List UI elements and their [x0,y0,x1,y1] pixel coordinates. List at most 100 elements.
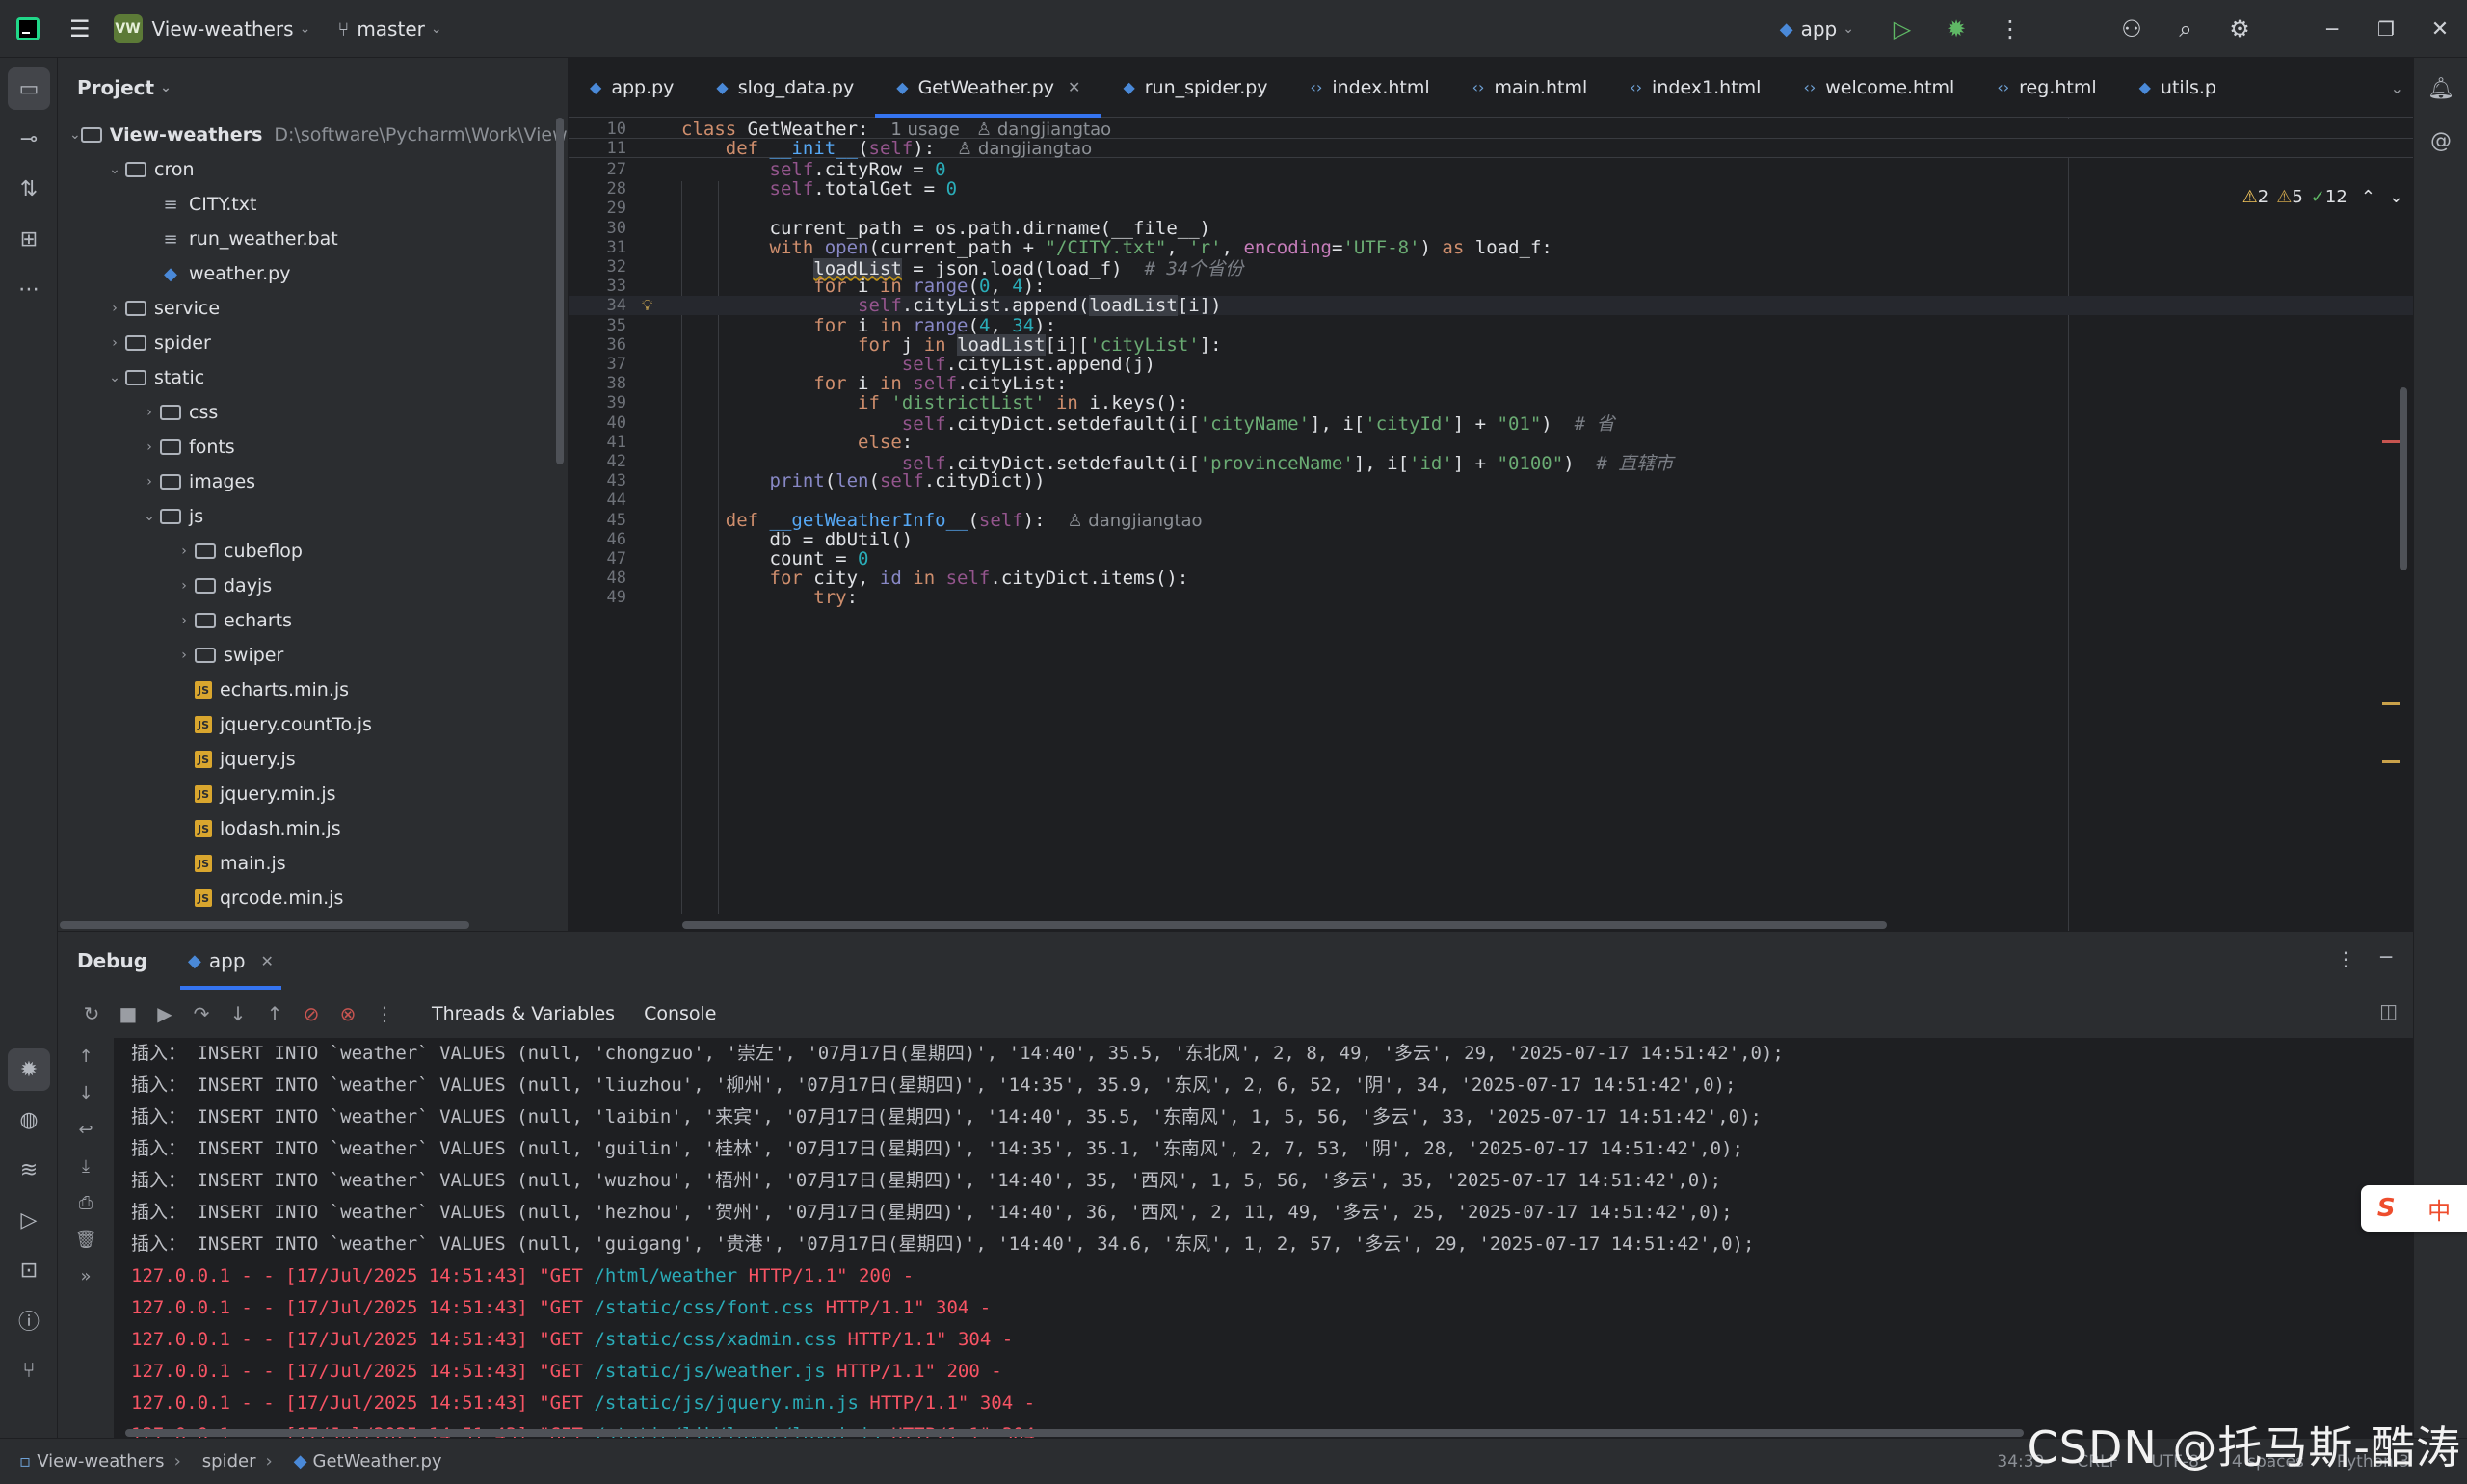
breadcrumb-item[interactable]: ▫ View-weathers [19,1451,165,1471]
ai-assistant-icon[interactable]: @ [2420,119,2462,162]
tree-file[interactable]: JS jquery.js [58,742,568,777]
tree-file[interactable]: JS echarts.min.js [58,673,568,707]
console-output[interactable]: 插入： INSERT INTO `weather` VALUES (null, … [114,1038,2413,1439]
tree-folder[interactable]: › swiper [58,638,568,673]
editor-tab[interactable]: ‹› welcome.html [1782,58,1976,118]
ime-toolbar[interactable]: S 中 [2361,1185,2467,1232]
python-packages-icon[interactable]: ≋ [8,1149,50,1191]
scroll-down-icon[interactable]: ↓ [58,1074,114,1111]
debug-session-tab[interactable]: ◆ app ✕ [180,932,281,990]
resume-icon[interactable]: ▶ [146,1002,183,1025]
view-breakpoints-icon[interactable]: ⊘ [293,1002,330,1025]
minimize-icon[interactable]: ─ [2305,0,2359,58]
tree-vertical-scrollbar[interactable] [556,118,564,464]
close-window-icon[interactable]: ✕ [2413,0,2467,58]
tree-folder[interactable]: ⌄ cron [58,152,568,187]
project-panel-header[interactable]: Project ⌄ [58,58,568,118]
tree-file[interactable]: JS main.js [58,846,568,881]
tree-file[interactable]: ◆ weather.py [58,256,568,291]
tree-file[interactable]: JS lodash.min.js [58,811,568,846]
ime-mode[interactable]: 中 [2427,1192,2451,1226]
scroll-to-end-icon[interactable]: ⤓ [58,1148,114,1184]
notifications-bell-icon[interactable]: 🔔︎ [2420,67,2462,110]
more-icon[interactable]: » [58,1258,114,1294]
debug-options-icon[interactable]: ⋮ [2336,947,2355,970]
run-icon[interactable]: ▷ [1875,0,1929,58]
editor-tab[interactable]: ‹› main.html [1451,58,1609,118]
editor-tab[interactable]: ◆ GetWeather.py ✕ [875,57,1102,118]
tab-console[interactable]: Console [644,1003,716,1024]
commit-icon[interactable]: ⊸ [8,118,50,160]
more-actions-icon[interactable]: ⋮ [1983,0,2037,58]
app-logo-icon[interactable] [15,16,40,41]
run-config-selector[interactable]: ◆ app ⌄ [1780,17,1854,40]
close-tab-icon[interactable]: ✕ [1068,78,1080,96]
log-url-link[interactable]: /static/css/font.css [594,1297,814,1318]
editor-tab[interactable]: ◆ slog_data.py [695,58,875,118]
tree-folder[interactable]: ⌄ js [58,499,568,534]
services-icon[interactable]: ▷ [8,1199,50,1241]
tree-folder[interactable]: › echarts [58,603,568,638]
breadcrumb-item[interactable]: spider [202,1451,256,1471]
editor-horizontal-scrollbar[interactable] [682,921,1887,929]
tree-folder[interactable]: › images [58,464,568,499]
editor-tab[interactable]: ◆ app.py [569,58,695,118]
log-url-link[interactable]: /static/css/xadmin.css [594,1329,836,1350]
editor-tab[interactable]: ‹› reg.html [1976,58,2117,118]
main-menu-icon[interactable]: ☰ [69,15,91,42]
git-icon[interactable]: ⑂ [8,1349,50,1391]
tree-horizontal-scrollbar[interactable] [60,921,469,929]
console-horizontal-scrollbar[interactable] [125,1429,2024,1437]
tree-file[interactable]: ≡ CITY.txt [58,187,568,222]
search-icon[interactable]: ⌕ [2159,0,2213,58]
debug-bug-icon[interactable]: ✹ [8,1048,50,1091]
editor-tab[interactable]: ◆ utils.p [2118,58,2238,118]
pull-requests-icon[interactable]: ⇅ [8,168,50,210]
restore-icon[interactable]: ❐ [2359,0,2413,58]
project-switcher[interactable]: VW View-weathers ⌄ [113,13,310,43]
editor-tab[interactable]: ‹› index1.html [1608,58,1782,118]
step-into-icon[interactable]: ↓ [220,1002,256,1025]
tree-file[interactable]: ≡ run_weather.bat [58,222,568,256]
mute-breakpoints-icon[interactable]: ⊗ [330,1002,366,1025]
intention-bulb-icon[interactable]: 💡︎ [642,296,652,315]
hide-panel-icon[interactable]: ─ [2380,945,2392,968]
tree-folder[interactable]: › cubeflop [58,534,568,569]
tree-folder[interactable]: › fonts [58,430,568,464]
tree-folder[interactable]: › service [58,291,568,326]
terminal-icon[interactable]: ⊡ [8,1249,50,1291]
step-over-icon[interactable]: ↷ [183,1002,220,1025]
structure-icon[interactable]: ⊞ [8,218,50,260]
tree-file[interactable]: JS jquery.min.js [58,777,568,811]
tree-folder[interactable]: › css [58,395,568,430]
breadcrumb-item[interactable]: ◆ GetWeather.py [294,1451,442,1471]
layout-icon[interactable]: ◫ [2379,999,2398,1022]
tree-folder[interactable]: › dayjs [58,569,568,603]
print-icon[interactable]: ⎙ [58,1184,114,1221]
log-url-link[interactable]: /static/js/jquery.min.js [594,1392,859,1414]
soft-wrap-icon[interactable]: ↩ [58,1111,114,1148]
tree-file[interactable]: JS jquery.countTo.js [58,707,568,742]
close-session-icon[interactable]: ✕ [261,952,274,970]
tabs-overflow-chevron-icon[interactable]: ⌄ [2391,58,2403,118]
step-out-icon[interactable]: ↑ [256,1002,293,1025]
branch-switcher[interactable]: ⑂ master ⌄ [337,17,441,40]
clear-console-icon[interactable]: 🗑︎ [58,1221,114,1258]
tree-folder[interactable]: ⌄ View-weathers D:\software\Pycharm\Work\V… [58,118,568,152]
more-debug-icon[interactable]: ⋮ [366,1002,403,1025]
rerun-icon[interactable]: ↻ [73,1002,110,1025]
log-url-link[interactable]: /static/js/weather.js [594,1361,825,1382]
tree-file[interactable]: JS qrcode.min.js [58,881,568,915]
log-url-link[interactable]: /html/weather [594,1265,737,1286]
add-user-icon[interactable]: ⚇ [2105,0,2159,58]
project-folder-icon[interactable]: ▭ [8,67,50,110]
editor-tab[interactable]: ◆ run_spider.py [1101,58,1288,118]
problems-icon[interactable]: ⓘ [8,1299,50,1341]
settings-gear-icon[interactable]: ⚙ [2213,0,2267,58]
tab-threads-variables[interactable]: Threads & Variables [432,1003,615,1024]
python-console-icon[interactable]: ◍ [8,1099,50,1141]
stop-icon[interactable]: ■ [110,1002,146,1025]
more-tools-icon[interactable]: ⋯ [8,268,50,310]
debug-icon[interactable]: ✹ [1929,0,1983,58]
tree-folder[interactable]: ⌄ static [58,360,568,395]
